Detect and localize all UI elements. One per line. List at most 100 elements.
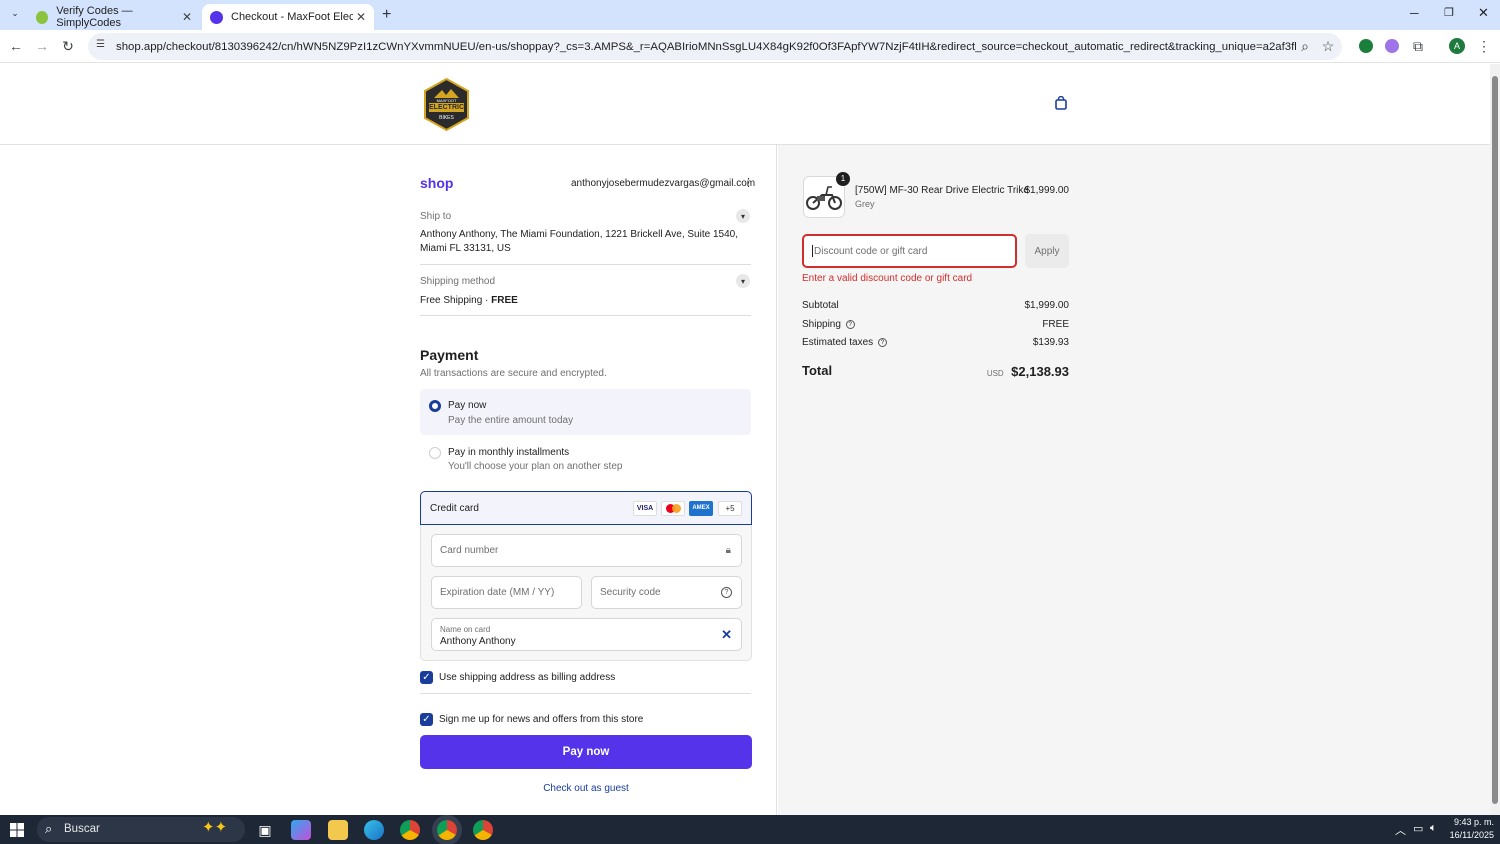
- chrome-profile-icon[interactable]: [473, 820, 493, 840]
- newsletter-checkbox[interactable]: ✓: [420, 713, 433, 726]
- newsletter-checkbox-label: Sign me up for news and offers from this…: [439, 714, 644, 725]
- shipping-label-text: Shipping: [802, 319, 841, 330]
- site-info-icon[interactable]: ☰: [96, 39, 105, 50]
- pay-now-sub: Pay the entire amount today: [448, 415, 574, 426]
- tab-title: Checkout - MaxFoot Electric Bi: [231, 11, 353, 23]
- product-variant: Grey: [855, 199, 875, 209]
- page-scrollbar[interactable]: [1490, 64, 1500, 815]
- apply-button[interactable]: Apply: [1025, 234, 1069, 268]
- help-question-icon[interactable]: ?: [721, 587, 732, 598]
- store-header: MAXFOOT ELECTRIC BIKES: [0, 64, 1490, 145]
- checkout-main: shop anthonyjosebermudezvargas@gmail.com…: [0, 145, 777, 815]
- apply-button-label: Apply: [1034, 245, 1060, 257]
- close-icon[interactable]: ✕: [356, 10, 366, 24]
- clock-time[interactable]: 9:43 p. m.: [1448, 817, 1494, 827]
- scrollbar-thumb[interactable]: [1492, 76, 1498, 804]
- reload-icon[interactable]: ↻: [60, 38, 76, 54]
- windows-start-icon[interactable]: [10, 823, 24, 837]
- shop-favicon-icon: [210, 10, 223, 24]
- window-close-icon[interactable]: ✕: [1478, 5, 1489, 21]
- card-number-field[interactable]: Card number 🔒︎: [431, 534, 742, 567]
- guest-checkout-link[interactable]: Check out as guest: [420, 783, 752, 794]
- pay-now-title: Pay now: [448, 400, 487, 411]
- extension-purple-icon[interactable]: [1384, 38, 1400, 54]
- minimize-icon[interactable]: ─: [1410, 6, 1419, 20]
- store-logo[interactable]: MAXFOOT ELECTRIC BIKES: [424, 77, 469, 132]
- installments-radio[interactable]: [429, 447, 441, 459]
- restore-icon[interactable]: ❐: [1444, 6, 1454, 19]
- total-value: $2,138.93: [1011, 364, 1069, 379]
- pay-now-button[interactable]: Pay now: [420, 735, 752, 769]
- clear-x-icon[interactable]: ✕: [721, 627, 732, 643]
- new-tab-plus-icon[interactable]: +: [382, 6, 391, 24]
- discount-placeholder: Discount code or gift card: [814, 245, 928, 257]
- chrome-active-icon[interactable]: [437, 820, 457, 840]
- ship-to-chevron-down-icon[interactable]: ▾: [736, 209, 750, 223]
- extensions-puzzle-icon[interactable]: ⧉: [1410, 38, 1426, 54]
- amex-icon: AMEX: [689, 501, 713, 516]
- discount-code-input[interactable]: Discount code or gift card: [802, 234, 1017, 268]
- credit-card-label: Credit card: [430, 503, 479, 514]
- logo-top-text: MAXFOOT: [436, 98, 457, 103]
- browser-toolbar: ← → ↻ ☰ shop.app/checkout/8130396242/cn/…: [0, 30, 1500, 63]
- shipping-chevron-down-icon[interactable]: ▾: [736, 274, 750, 288]
- edge-icon[interactable]: [364, 820, 384, 840]
- taxes-value: $139.93: [1032, 337, 1069, 348]
- windows-taskbar: ⌕ Buscar ✦✦ ▣ ︿ ▭ 🔈︎ 9:43 p. m. 16/11/20…: [0, 815, 1500, 844]
- credit-card-header[interactable]: Credit card VISA AMEX +5: [420, 491, 752, 525]
- clock-date[interactable]: 16/11/2025: [1440, 830, 1494, 840]
- browser-menu-icon[interactable]: ⋮: [1476, 38, 1492, 54]
- tab-search-icon[interactable]: ⌄: [8, 8, 22, 22]
- zoom-magnifier-icon[interactable]: ⌕: [1297, 38, 1313, 54]
- network-icon[interactable]: ▭: [1413, 822, 1423, 835]
- cart-bag-icon[interactable]: [1054, 95, 1068, 110]
- profile-avatar[interactable]: A: [1449, 38, 1465, 54]
- quantity-badge: 1: [836, 172, 850, 186]
- installments-option[interactable]: Pay in monthly installments You'll choos…: [420, 437, 751, 479]
- taskbar-search[interactable]: ⌕ Buscar ✦✦: [37, 817, 245, 842]
- pay-now-radio[interactable]: [429, 400, 441, 412]
- chrome-icon[interactable]: [400, 820, 420, 840]
- taxes-info-icon[interactable]: ?: [877, 337, 887, 347]
- product-name: [750W] MF-30 Rear Drive Electric Trike: [855, 185, 1029, 196]
- address-bar[interactable]: ☰ shop.app/checkout/8130396242/cn/hWN5NZ…: [88, 33, 1342, 60]
- visa-icon: VISA: [633, 501, 657, 516]
- name-on-card-value: Anthony Anthony: [440, 636, 516, 647]
- payment-title: Payment: [420, 347, 479, 363]
- expiration-placeholder: Expiration date (MM / YY): [440, 587, 555, 598]
- tray-chevron-up-icon[interactable]: ︿: [1395, 822, 1406, 838]
- back-arrow-icon[interactable]: ←: [8, 38, 24, 54]
- forward-arrow-icon[interactable]: →: [34, 38, 50, 54]
- shipping-info-icon[interactable]: ?: [845, 319, 855, 329]
- shop-brand-logo: shop: [420, 175, 454, 191]
- copilot-icon[interactable]: [291, 820, 311, 840]
- tab-title: Verify Codes — SimplyCodes: [56, 5, 133, 29]
- subtotal-label: Subtotal: [802, 300, 839, 311]
- bookmark-star-icon[interactable]: ☆: [1320, 38, 1336, 54]
- product-thumbnail: 1: [803, 172, 850, 218]
- tab-simplycodes[interactable]: Verify Codes — SimplyCodes ✕: [28, 4, 200, 30]
- security-code-field[interactable]: Security code ?: [591, 576, 742, 609]
- ship-to-address-line1: Anthony Anthony, The Miami Foundation, 1…: [420, 229, 738, 240]
- total-value-group: USD $2,138.93: [949, 363, 1069, 381]
- expiration-field[interactable]: Expiration date (MM / YY): [431, 576, 582, 609]
- volume-icon[interactable]: 🔈︎: [1430, 822, 1437, 835]
- pay-now-option[interactable]: Pay now Pay the entire amount today: [420, 389, 751, 435]
- account-menu-icon[interactable]: ⋮: [743, 176, 754, 189]
- shipping-method-name: Free Shipping: [420, 295, 483, 306]
- pay-now-button-label: Pay now: [562, 746, 610, 758]
- billing-checkbox[interactable]: ✓: [420, 671, 433, 684]
- order-summary: 1 [750W] MF-30 Rear Drive Electric Trike…: [778, 145, 1490, 815]
- browser-tab-bar: ⌄ Verify Codes — SimplyCodes ✕ Checkout …: [0, 0, 1500, 30]
- file-explorer-icon[interactable]: [328, 820, 348, 840]
- shipping-value: FREE: [1042, 319, 1069, 330]
- name-on-card-field[interactable]: Name on card Anthony Anthony ✕: [431, 618, 742, 651]
- close-icon[interactable]: ✕: [182, 10, 192, 24]
- divider: [420, 264, 751, 265]
- tab-checkout[interactable]: Checkout - MaxFoot Electric Bi ✕: [202, 4, 374, 30]
- ship-to-address-line2: Miami FL 33131, US: [420, 243, 511, 254]
- search-icon: ⌕: [45, 821, 53, 836]
- extension-simplycodes-icon[interactable]: [1358, 38, 1374, 54]
- task-view-icon[interactable]: ▣: [255, 820, 275, 840]
- shipping-method-price: FREE: [491, 295, 518, 306]
